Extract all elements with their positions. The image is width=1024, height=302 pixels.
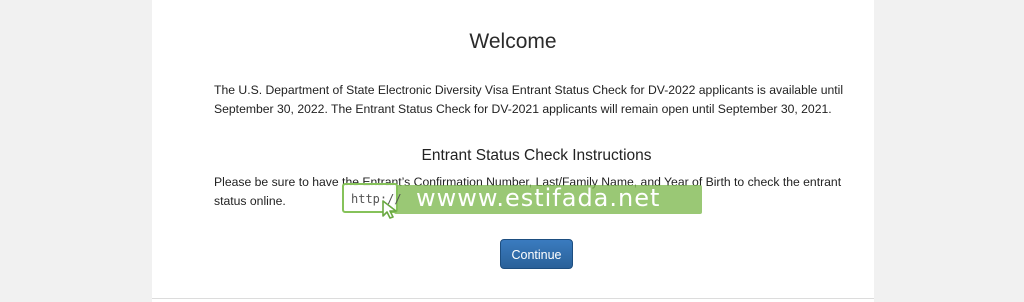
bottom-divider bbox=[152, 298, 874, 299]
instructions-heading: Entrant Status Check Instructions bbox=[421, 147, 652, 164]
intro-paragraph: The U.S. Department of State Electronic … bbox=[214, 83, 844, 116]
watermark-site: wwww.estifada.net bbox=[416, 184, 661, 212]
page-title: Welcome bbox=[469, 30, 557, 53]
cursor-arrow-icon bbox=[382, 200, 397, 219]
continue-button[interactable]: Continue bbox=[500, 239, 573, 269]
main-panel: Welcome The U.S. Department of State Ele… bbox=[152, 0, 874, 302]
watermark: wwww.estifada.net http:// bbox=[340, 182, 702, 219]
